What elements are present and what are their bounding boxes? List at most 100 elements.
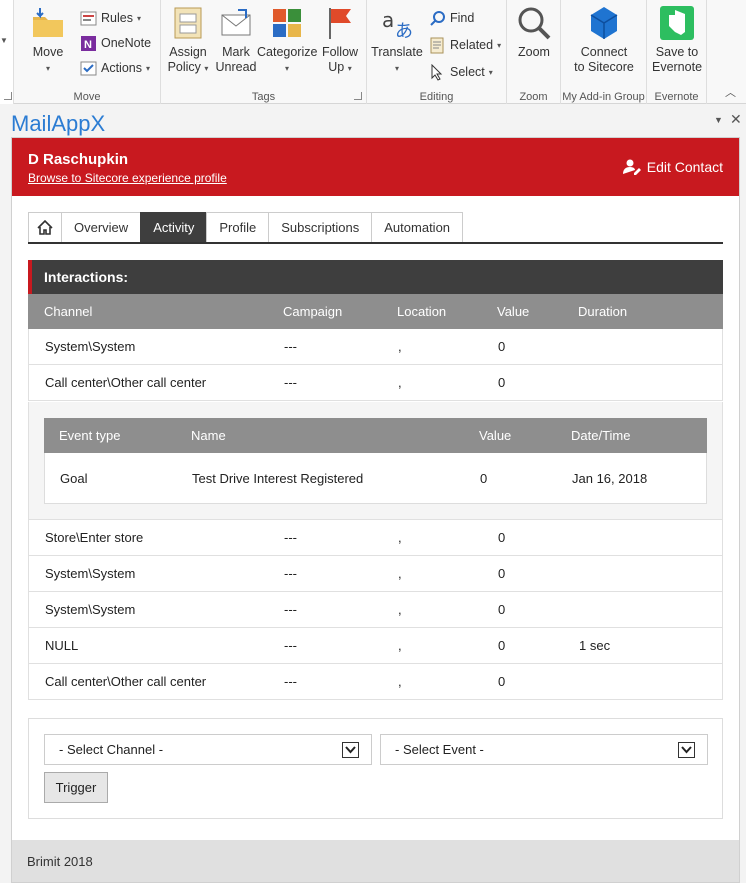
tab-profile[interactable]: Profile (206, 212, 269, 243)
pane-title: MailAppX (11, 111, 106, 136)
column-header: Event type (59, 428, 121, 443)
translate-button[interactable]: aあ Translate ▾ (369, 5, 425, 76)
ribbon-group-evernote: Save to Evernote Evernote (647, 0, 707, 104)
translate-label: Translate (371, 45, 423, 59)
zoom-button[interactable]: Zoom (509, 5, 559, 60)
location-cell: , (398, 638, 402, 653)
tab-overview-label: Overview (74, 220, 129, 235)
edit-contact-button[interactable]: Edit Contact (622, 159, 723, 175)
campaign-cell: --- (284, 638, 297, 653)
folder-move-icon (33, 8, 63, 37)
value-cell: 0 (498, 339, 506, 354)
table-row[interactable]: Store\Enter store --- , 0 (28, 520, 723, 556)
contact-name: D Raschupkin (28, 151, 129, 168)
mark-label: Mark (222, 45, 250, 59)
svg-text:あ: あ (395, 21, 413, 41)
rules-button[interactable]: Rules ▾ (80, 8, 141, 28)
ribbon: ▼ Move ▾ Rules ▾ N OneNote Actions ▾ Move A… (0, 0, 746, 104)
dialog-launcher-icon[interactable] (354, 92, 362, 100)
to-sitecore-label: to Sitecore (574, 60, 634, 74)
close-icon[interactable]: ✕ (730, 111, 742, 128)
profile-link[interactable]: Browse to Sitecore experience profile (28, 171, 227, 185)
value-cell: 0 (498, 638, 506, 653)
value-cell: 0 (498, 530, 506, 545)
save-evernote-button[interactable]: Save to Evernote (649, 5, 705, 75)
table-row[interactable]: System\System --- , 0 (28, 329, 723, 365)
move-group-label: Move (73, 91, 101, 103)
location-cell: , (398, 602, 402, 617)
channel-cell: System\System (45, 339, 136, 354)
follow-label: Follow (321, 45, 359, 59)
mark-unread-icon (221, 9, 251, 36)
value-cell: 0 (498, 566, 506, 581)
assign-label: Assign (169, 45, 207, 59)
rules-icon (80, 11, 97, 25)
column-header: Location (397, 304, 447, 319)
channel-cell: System\System (45, 602, 136, 617)
tab-automation-label: Automation (384, 220, 451, 235)
actions-button[interactable]: Actions ▾ (80, 58, 150, 78)
contact-header: D Raschupkin Browse to Sitecore experien… (12, 138, 739, 196)
events-subtable: Event type Name Value Date/Time Goal Tes… (28, 402, 723, 520)
tags-group-label: Tags (251, 91, 276, 103)
campaign-cell: --- (284, 375, 297, 390)
tab-underline (28, 242, 723, 244)
table-row[interactable]: NULL --- , 0 1 sec (28, 628, 723, 664)
chevron-down-icon[interactable]: ▼ (0, 36, 8, 45)
save-to-label: Save to (655, 45, 699, 59)
tab-overview[interactable]: Overview (61, 212, 141, 243)
follow-up-button[interactable]: Follow Up ▾ (317, 5, 363, 76)
chevron-down-icon[interactable] (342, 742, 359, 758)
tab-activity[interactable]: Activity (140, 212, 207, 243)
table-row[interactable]: Call center\Other call center --- , 0 (28, 664, 723, 700)
mark-unread-button[interactable]: Mark Unread (213, 5, 259, 75)
up-label: Up (328, 60, 345, 74)
event-select[interactable]: - Select Event - (380, 734, 708, 765)
chevron-down-icon[interactable] (678, 742, 695, 758)
collapse-ribbon-icon[interactable]: ︿ (725, 84, 736, 100)
location-cell: , (398, 530, 402, 545)
related-button[interactable]: Related ▾ (429, 35, 501, 55)
event-row[interactable]: Goal Test Drive Interest Registered 0 Ja… (44, 453, 707, 504)
channel-cell: NULL (45, 638, 79, 653)
connect-label: Connect (580, 45, 628, 59)
table-row[interactable]: System\System --- , 0 (28, 556, 723, 592)
find-button[interactable]: Find (429, 8, 474, 28)
column-header: Date/Time (571, 428, 631, 443)
home-icon (37, 220, 53, 235)
location-cell: , (398, 566, 402, 581)
tab-profile-label: Profile (219, 220, 257, 235)
tab-automation[interactable]: Automation (371, 212, 464, 243)
column-header: Duration (578, 304, 628, 319)
svg-text:N: N (84, 39, 92, 51)
move-button[interactable]: Move ▾ (26, 5, 70, 76)
table-row[interactable]: System\System --- , 0 (28, 592, 723, 628)
ribbon-group-addin: Connect to Sitecore My Add-in Group (561, 0, 647, 104)
categorize-button[interactable]: Categorize ▾ (257, 5, 317, 76)
channel-cell: Call center\Other call center (45, 674, 207, 689)
location-cell: , (398, 674, 402, 689)
interactions-table-header: Channel Campaign Location Value Duration (28, 294, 723, 329)
trigger-button[interactable]: Trigger (44, 772, 108, 803)
column-header: Value (497, 304, 530, 319)
onenote-button[interactable]: N OneNote (80, 33, 151, 53)
event-type-cell: Goal (60, 470, 88, 486)
pane-options-icon[interactable]: ▼ (714, 115, 723, 125)
assign-policy-button[interactable]: Assign Policy ▾ (165, 5, 211, 76)
move-label: Move (32, 45, 64, 59)
ribbon-group-move: Move ▾ Rules ▾ N OneNote Actions ▾ Move (4, 0, 161, 104)
addin-frame: D Raschupkin Browse to Sitecore experien… (11, 137, 740, 883)
select-label: Select (450, 65, 485, 79)
select-button[interactable]: Select ▾ (429, 62, 493, 82)
table-row[interactable]: Call center\Other call center --- , 0 (28, 365, 723, 401)
tab-subscriptions[interactable]: Subscriptions (268, 212, 372, 243)
tab-home[interactable] (28, 212, 61, 243)
connect-sitecore-button[interactable]: Connect to Sitecore (564, 5, 644, 75)
location-cell: , (398, 339, 402, 354)
dialog-launcher-icon[interactable] (4, 92, 12, 100)
related-icon (430, 37, 444, 53)
footer-text: Brimit 2018 (27, 853, 93, 869)
channel-select[interactable]: - Select Channel - (44, 734, 372, 765)
value-cell: 0 (498, 375, 506, 390)
column-header: Value (479, 428, 512, 443)
